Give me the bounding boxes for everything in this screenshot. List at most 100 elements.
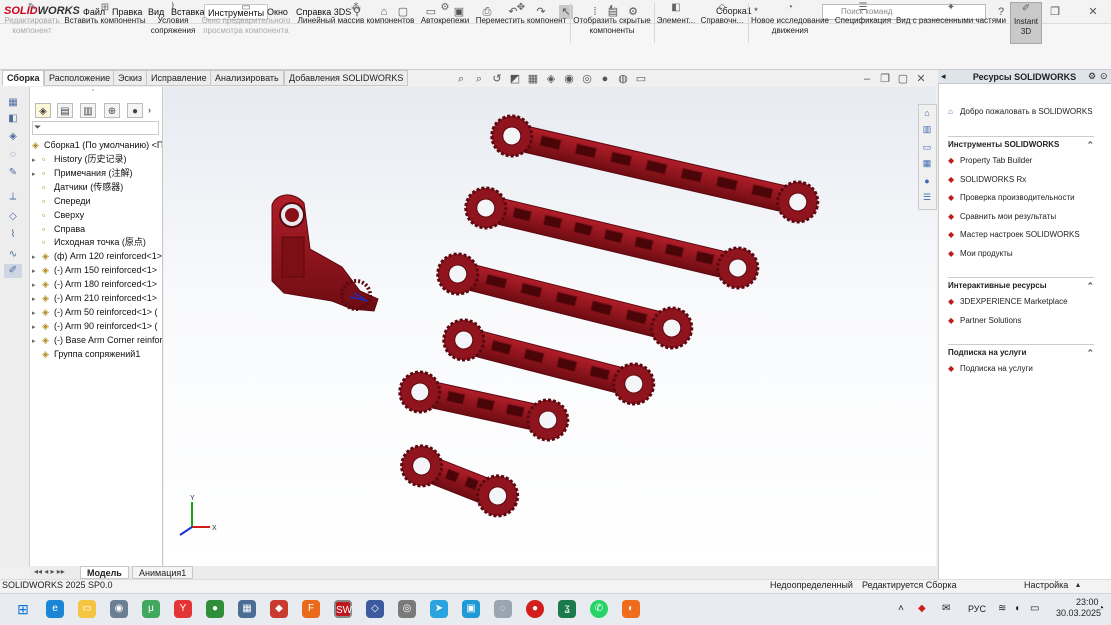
eye-app-icon[interactable]: ◎	[398, 600, 416, 618]
component-preview-button[interactable]: ▭ Окно предварительного просмотра компоне…	[199, 2, 293, 44]
appearances-icon[interactable]: ●	[920, 174, 934, 188]
previous-view-icon[interactable]: ↺	[490, 72, 504, 86]
appearance-icon[interactable]: ●	[598, 72, 612, 86]
tree-item[interactable]: ▸ ◈ (ф) Arm 120 reinforced<1>	[32, 250, 162, 263]
instant3d-side-icon[interactable]: ✐	[4, 264, 22, 278]
notification-bell-icon[interactable]: ◔	[1098, 603, 1104, 614]
resource-link[interactable]: ◆ Проверка производительности	[948, 193, 1075, 202]
tab-animation1[interactable]: Анимация1	[132, 566, 194, 579]
filter-funnel-icon[interactable]: ⏷	[34, 122, 41, 133]
sketch-icon[interactable]: ✎	[4, 166, 22, 180]
mate-tool-icon[interactable]: ⌇	[4, 228, 22, 242]
move-component-button[interactable]: ✥ Переместить компонент	[473, 2, 569, 44]
app-icon-2[interactable]: ◌	[494, 600, 512, 618]
tree-item[interactable]: ▫ Спереди	[32, 195, 162, 208]
tree-item[interactable]: ▸ ◈ (-) Arm 180 reinforced<1>	[32, 278, 162, 291]
resource-link[interactable]: ◆ SOLIDWORKS Rx	[948, 175, 1026, 184]
whatsapp-icon[interactable]: ✆	[590, 600, 608, 618]
telegram-icon[interactable]: ➤	[430, 600, 448, 618]
resources-section-header[interactable]: Интерактивные ресурсы ⌃	[948, 277, 1094, 292]
yandex-browser-icon[interactable]: Y	[174, 600, 192, 618]
resource-link[interactable]: ◆ 3DEXPERIENCE Marketplace	[948, 297, 1068, 306]
assembly-model[interactable]: Y X	[164, 87, 936, 567]
tree-item[interactable]: ▸ ◈ (-) Arm 150 reinforced<1>	[32, 264, 162, 277]
record-app-icon[interactable]: ●	[526, 600, 544, 618]
section-collapse-icon[interactable]: ⌃	[1086, 281, 1094, 292]
solidworks-taskbar-icon[interactable]: SW	[334, 600, 352, 618]
tree-expand-icon[interactable]: ▸	[32, 293, 42, 305]
plane-icon[interactable]: ◇	[4, 210, 22, 224]
chrome-icon[interactable]: ●	[206, 600, 224, 618]
tree-expand-icon[interactable]: ▸	[32, 251, 42, 263]
app-icon-3[interactable]: ʓ	[558, 600, 576, 618]
wifi-icon[interactable]: ≋	[998, 603, 1006, 614]
tab-model[interactable]: Модель	[80, 566, 129, 579]
tree-item[interactable]: ▸ ◈ (-) Arm 210 reinforced<1>	[32, 292, 162, 305]
arm-part[interactable]	[396, 368, 572, 444]
section-view-icon[interactable]: ◩	[508, 72, 522, 86]
tree-expand-icon[interactable]: ▸	[32, 335, 42, 347]
viewport-maximize-icon[interactable]: ▢	[896, 72, 910, 86]
section-collapse-icon[interactable]: ⌃	[1086, 140, 1094, 151]
part-icon[interactable]: ◧	[4, 112, 22, 126]
tree-item[interactable]: ▫ Датчики (传感器)	[32, 181, 162, 194]
tree-expand-icon[interactable]: ▸	[32, 265, 42, 277]
reference-geometry-button[interactable]: ◇ Справочн...	[698, 2, 746, 44]
resource-link[interactable]: ◆ Property Tab Builder	[948, 156, 1032, 165]
resource-link[interactable]: ◆ Подписка на услуги	[948, 364, 1033, 373]
resource-link[interactable]: ◆ Мастер настроек SOLIDWORKS	[948, 230, 1080, 239]
app-icon-1[interactable]: ◆	[270, 600, 288, 618]
hide-icon[interactable]: ◌	[4, 148, 22, 162]
motion-study-button[interactable]: ◔ Новое исследование движения	[749, 2, 831, 44]
exploded-view-button[interactable]: ✦ Вид с разнесенными частями	[895, 2, 1007, 44]
tree-item[interactable]: ▸ ▫ Примечания (注解)	[32, 167, 162, 180]
tray-app-icon[interactable]: ◆	[918, 603, 926, 614]
smart-dimension-icon[interactable]: ⟂	[4, 190, 22, 204]
view-orientation-icon[interactable]: ◈	[544, 72, 558, 86]
panel-settings-icon[interactable]: ⚙	[1088, 71, 1096, 82]
view-palette-icon[interactable]: ▦	[920, 156, 934, 170]
welcome-link[interactable]: ⌂ Добро пожаловать в SOLIDWORKS	[948, 107, 1093, 116]
scene-icon[interactable]: ◍	[616, 72, 630, 86]
tab-assembly[interactable]: Сборка	[2, 70, 45, 86]
resource-link[interactable]: ◆ Мои продукты	[948, 249, 1013, 258]
file-explorer-icon[interactable]: ▭	[920, 140, 934, 154]
tray-app2-icon[interactable]: ✉	[942, 603, 950, 614]
resources-home-icon[interactable]: ⌂	[920, 106, 934, 120]
clock-time[interactable]: 23:00	[1076, 597, 1099, 607]
tree-root[interactable]: ◈ Сборка1 (По умолчанию) <П	[32, 139, 162, 152]
tree-item[interactable]: ◈ Группа сопряжений1	[32, 348, 162, 361]
status-customize[interactable]: Настройка	[1024, 580, 1068, 590]
tree-item[interactable]: ▸ ◈ (-) Arm 50 reinforced<1> (	[32, 306, 162, 319]
tree-item[interactable]: ▫ Справа	[32, 223, 162, 236]
edge-browser-icon[interactable]: e	[46, 600, 64, 618]
viewport-close-icon[interactable]: ✕	[914, 72, 928, 86]
appearance-tab-icon[interactable]: ●	[127, 103, 143, 118]
keyboard-language[interactable]: РУС	[968, 604, 986, 614]
curve-icon[interactable]: ∿	[4, 248, 22, 262]
tab-sketch[interactable]: Эскиз	[113, 70, 148, 86]
linear-pattern-button[interactable]: ⁂ Линейный массив компонентов	[295, 2, 417, 44]
edit-component-button[interactable]: ✎ Редактировать компонент	[2, 2, 62, 44]
tab-markup[interactable]: Исправление	[146, 70, 212, 86]
utorrent-icon[interactable]: μ	[142, 600, 160, 618]
mate-button[interactable]: ⌇ Условия сопряжения	[148, 2, 198, 44]
resources-section-header[interactable]: Подписка на услуги ⌃	[948, 344, 1094, 358]
tray-chevron-icon[interactable]: ˄	[898, 603, 904, 614]
fusion-icon[interactable]: F	[302, 600, 320, 618]
zoom-area-icon[interactable]: ⌕	[472, 72, 486, 86]
more-tabs-chevron-icon[interactable]: ›	[148, 105, 151, 115]
tree-item[interactable]: ▸ ▫ History (历史记录)	[32, 153, 162, 166]
tree-expand-icon[interactable]: ▸	[32, 279, 42, 291]
clock-date[interactable]: 30.03.2025	[1056, 608, 1101, 618]
tab-addins[interactable]: Добавления SOLIDWORKS	[284, 70, 409, 86]
tree-expand-icon[interactable]: ▸	[32, 168, 42, 180]
resource-link[interactable]: ◆ Partner Solutions	[948, 316, 1021, 325]
tree-expand-icon[interactable]: ▸	[32, 321, 42, 333]
tree-item[interactable]: ▸ ◈ (-) Arm 90 reinforced<1> (	[32, 320, 162, 333]
smart-fasteners-button[interactable]: ⚙ Автокрепежи	[418, 2, 472, 44]
configuration-tab-icon[interactable]: ▥	[80, 103, 96, 118]
display-pane-icon[interactable]: ▦	[4, 96, 22, 110]
instant3d-button[interactable]: ✐ Instant 3D	[1010, 2, 1042, 44]
calculator-icon[interactable]: ▦	[238, 600, 256, 618]
